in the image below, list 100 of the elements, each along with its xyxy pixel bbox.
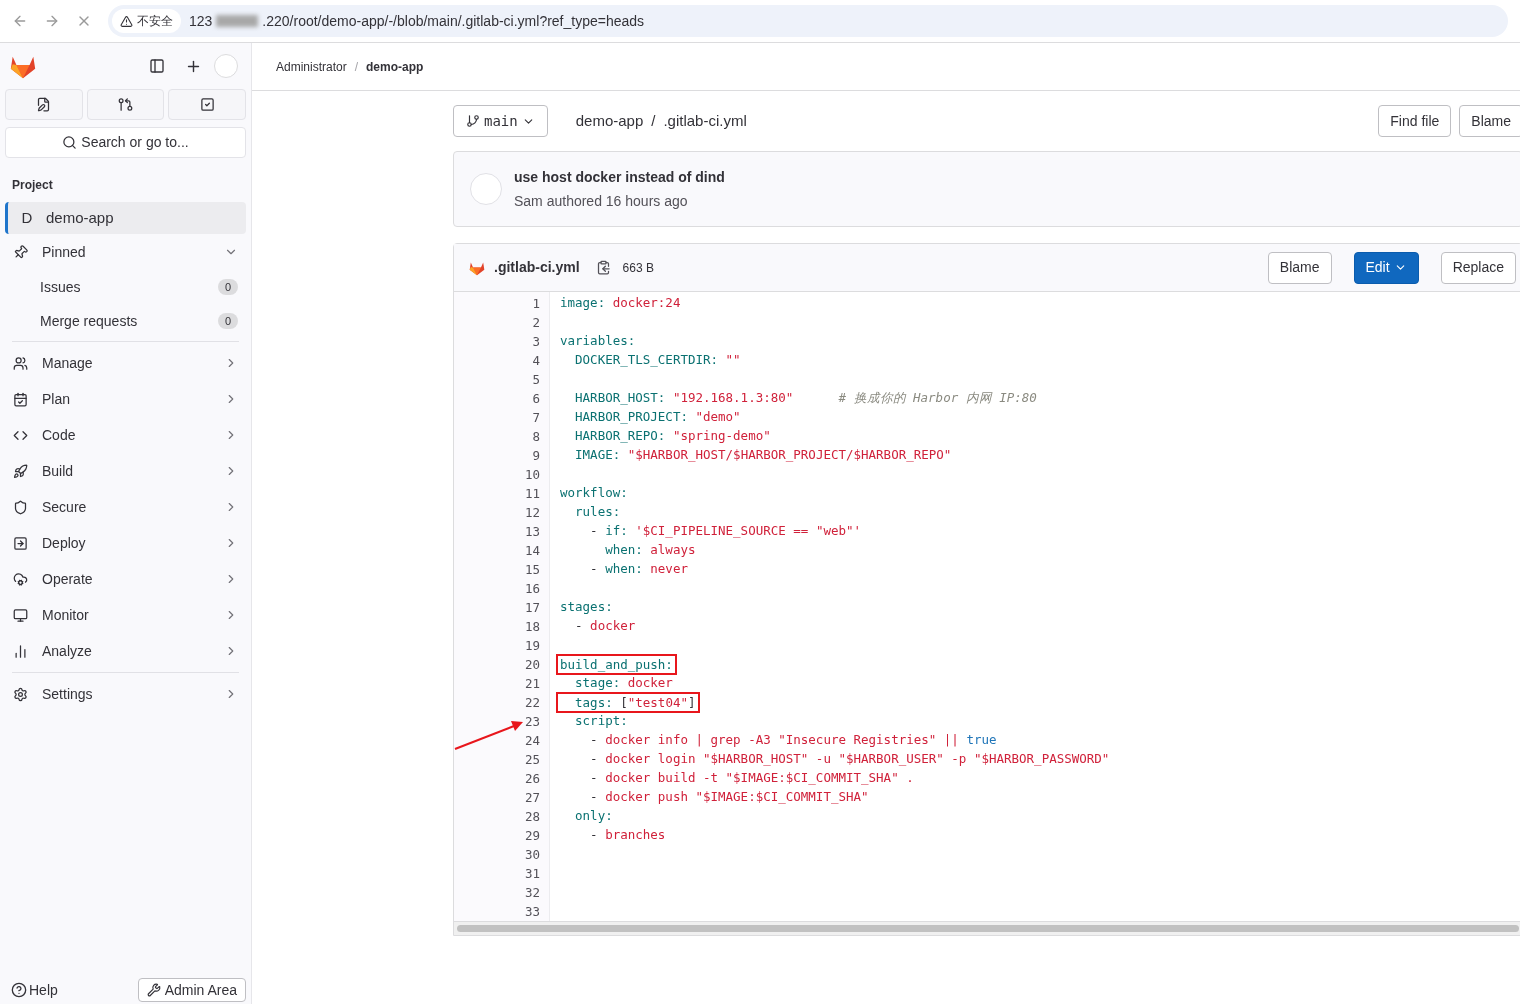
commit-meta: Sam authored 16 hours ago	[514, 191, 689, 211]
nav-item[interactable]: Issues 0	[5, 270, 246, 304]
nav-label: Build	[42, 461, 75, 481]
merge-requests-button[interactable]	[86, 89, 165, 120]
nav-item[interactable]: Monitor	[5, 597, 246, 633]
code-line: - branches	[589, 826, 666, 844]
search-field[interactable]: Search or go to...	[5, 127, 246, 158]
nav-item[interactable]: Analyze	[5, 633, 246, 669]
line-number[interactable]: 4	[532, 351, 540, 370]
address-bar[interactable]: 不安全 123 .220/root/demo-app/-/blob/main/.gitlab-ci.yml?ref_type=heads	[108, 5, 1508, 37]
line-number[interactable]: 21	[524, 674, 540, 693]
nav-label: Merge requests	[40, 311, 139, 331]
section-title: Project	[11, 177, 54, 194]
nav-label: Plan	[42, 389, 72, 409]
sidebar-toggle-icon[interactable]	[149, 58, 165, 74]
code-line: DOCKER_TLS_CERTDIR: ""	[574, 351, 741, 369]
line-number[interactable]: 27	[524, 788, 540, 807]
todo-button[interactable]	[168, 89, 246, 120]
line-number[interactable]: 7	[532, 408, 540, 427]
line-number[interactable]: 30	[524, 845, 540, 864]
nav-item[interactable]: Deploy	[5, 525, 246, 561]
code-line: - docker login "$HARBOR_HOST" -u "$HARBOR_USER" -p "$HARBOR_PASSWORD"	[589, 750, 1110, 768]
breadcrumb-link[interactable]: Administrator	[276, 57, 347, 76]
nav-item[interactable]: Plan	[5, 381, 246, 417]
line-number[interactable]: 19	[524, 636, 540, 655]
commit-title[interactable]: use host docker instead of dind	[514, 166, 725, 188]
security-chip[interactable]: 不安全	[112, 9, 181, 33]
nav-item[interactable]: Merge requests 0	[5, 304, 246, 338]
nav-item[interactable]: Code	[5, 417, 246, 453]
wrench-icon	[146, 983, 161, 997]
line-number[interactable]: 22	[524, 693, 540, 712]
nav-item[interactable]: Build	[5, 453, 246, 489]
line-number[interactable]: 20	[524, 655, 540, 674]
line-number[interactable]: 15	[524, 560, 540, 579]
line-number[interactable]: 13	[524, 522, 540, 541]
line-number[interactable]: 29	[524, 826, 540, 845]
line-number[interactable]: 12	[524, 503, 540, 522]
line-number[interactable]: 28	[524, 807, 540, 826]
line-number[interactable]: 11	[524, 484, 540, 503]
nav-item[interactable]: Secure	[5, 489, 246, 525]
count-badge: 0	[217, 312, 238, 330]
help-button[interactable]: Help	[11, 979, 58, 1001]
bar-chart-icon	[13, 643, 28, 659]
back-icon[interactable]	[12, 13, 28, 29]
forward-icon[interactable]	[44, 13, 60, 29]
line-number[interactable]: 26	[524, 769, 540, 788]
line-number[interactable]: 5	[532, 370, 540, 389]
url-text: 123	[189, 11, 213, 31]
nav-item[interactable]: Manage	[5, 345, 246, 381]
line-number[interactable]: 24	[524, 731, 540, 750]
project-item[interactable]: D demo-app	[5, 202, 246, 234]
file-action-button[interactable]: Edit	[1353, 251, 1419, 284]
line-number[interactable]: 18	[524, 617, 540, 636]
code-line: rules:	[574, 503, 621, 521]
breadcrumb-separator: /	[354, 58, 359, 76]
author-avatar	[470, 173, 502, 205]
line-number[interactable]: 33	[524, 902, 540, 921]
line-number[interactable]: 32	[524, 883, 540, 902]
code-line: - docker	[574, 617, 636, 635]
code-line: only:	[574, 807, 613, 825]
path-link[interactable]: .gitlab-ci.yml	[663, 109, 747, 133]
issues-button[interactable]	[5, 89, 83, 120]
line-number[interactable]: 8	[532, 427, 540, 446]
line-number[interactable]: 2	[532, 313, 540, 332]
line-number[interactable]: 10	[524, 465, 540, 484]
line-number[interactable]: 31	[524, 864, 540, 883]
pinned-toggle[interactable]: Pinned	[5, 234, 246, 270]
line-number[interactable]: 17	[524, 598, 540, 617]
line-number[interactable]: 23	[524, 712, 540, 731]
toolbar-button[interactable]: Blame	[1459, 105, 1520, 137]
line-number[interactable]: 6	[532, 389, 540, 408]
redaction-blur	[216, 15, 259, 27]
toolbar-button[interactable]: Find file	[1378, 105, 1452, 137]
nav-label: Code	[42, 425, 77, 445]
clipboard-icon[interactable]	[595, 260, 611, 275]
search-icon	[62, 135, 78, 150]
admin-area-button[interactable]: Admin Area	[137, 978, 246, 1002]
nav-label: Issues	[40, 277, 82, 297]
nav-item[interactable]: Settings	[5, 676, 246, 712]
horizontal-scrollbar[interactable]	[454, 921, 1520, 935]
line-number[interactable]: 16	[524, 579, 540, 598]
line-number[interactable]: 3	[532, 332, 540, 351]
nav-label: Settings	[42, 684, 94, 704]
project-avatar: D	[20, 207, 34, 228]
path-link[interactable]: demo-app	[575, 109, 644, 133]
line-number[interactable]: 14	[524, 541, 540, 560]
breadcrumb-link[interactable]: demo-app	[366, 57, 424, 76]
calendar-icon	[13, 391, 28, 407]
line-number[interactable]: 9	[532, 446, 540, 465]
code-line: tags: ["test04"]	[574, 694, 696, 711]
file-action-button[interactable]: Replace	[1440, 251, 1516, 284]
line-number[interactable]: 25	[524, 750, 540, 769]
rocket-icon	[13, 463, 28, 479]
nav-item[interactable]: Operate	[5, 561, 246, 597]
file-action-button[interactable]: Blame	[1267, 251, 1332, 284]
branch-dropdown[interactable]: main	[453, 105, 548, 137]
nav-label: Secure	[42, 497, 88, 517]
settings-icon	[13, 686, 28, 702]
line-number[interactable]: 1	[532, 294, 540, 313]
file-size: 663 B	[622, 259, 654, 277]
